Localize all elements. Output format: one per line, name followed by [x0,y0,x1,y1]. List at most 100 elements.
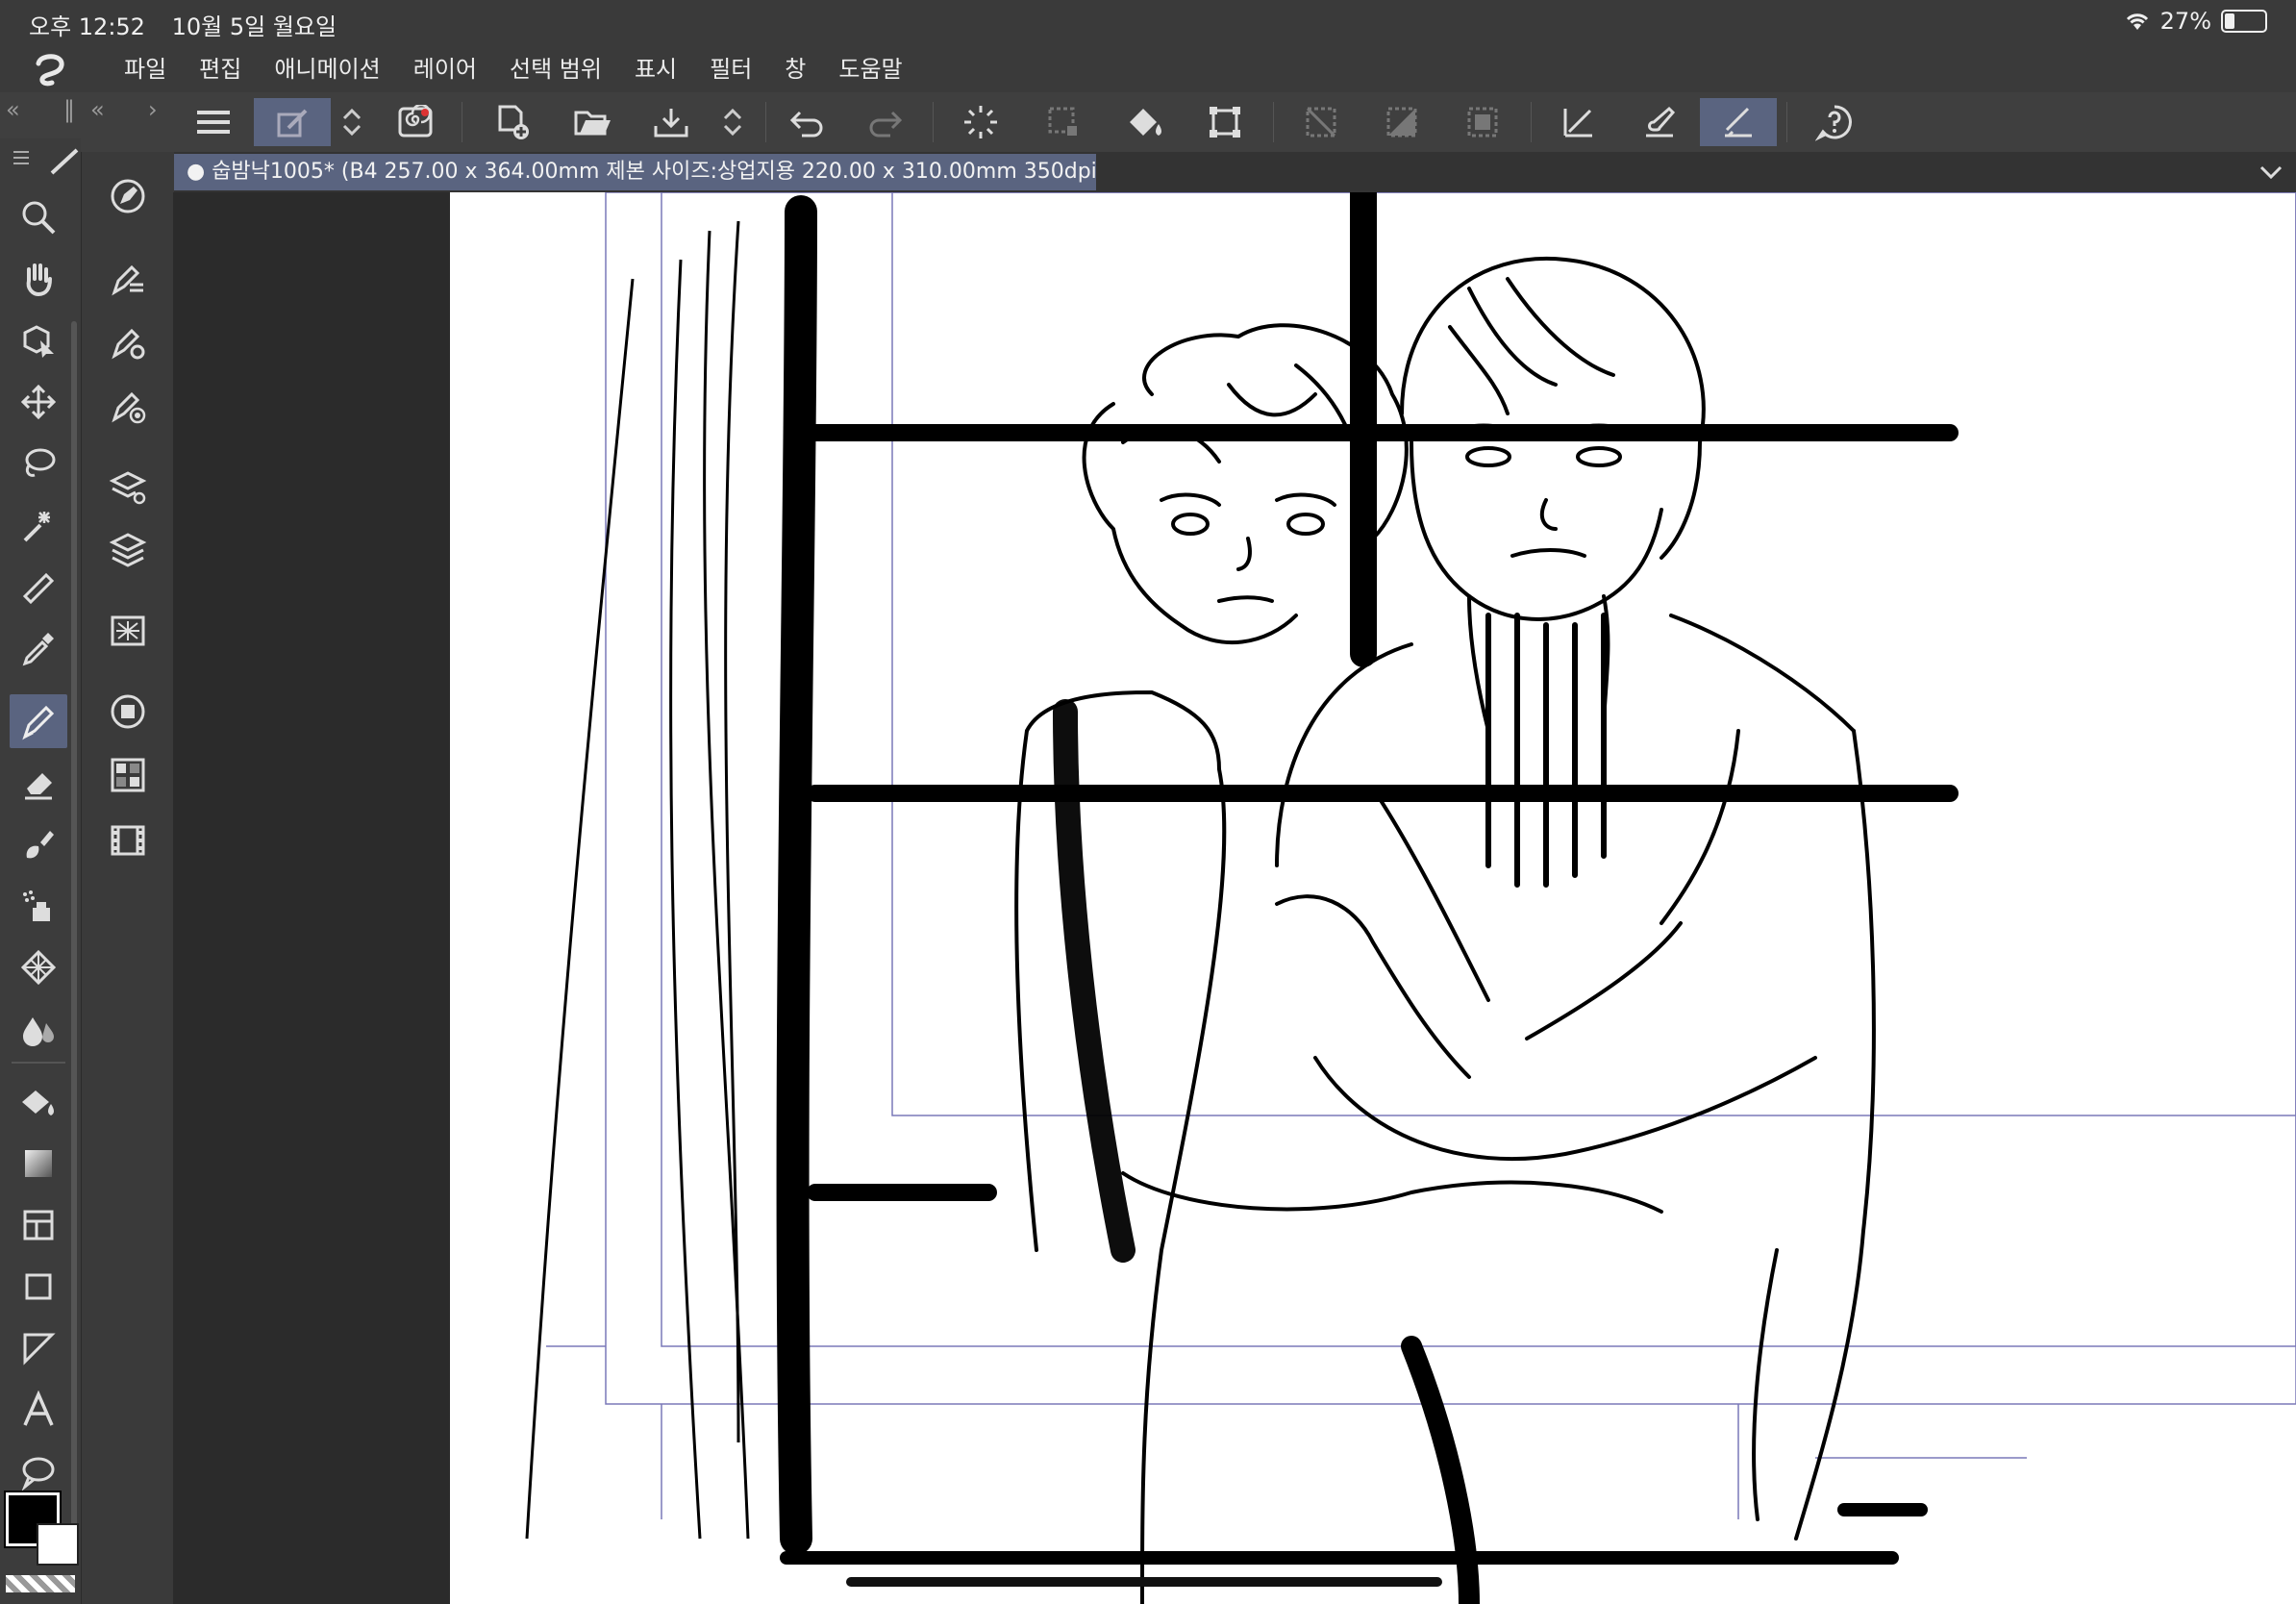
menu-bar: 파일 편집 애니메이션 레이어 선택 범위 표시 필터 창 도움말 [0,46,2296,92]
panel-menu-icon[interactable] [13,148,33,167]
pen-gear-icon[interactable] [101,315,155,369]
text-icon[interactable] [10,1383,67,1437]
menu-item[interactable]: 창 [768,52,822,87]
bucket-icon[interactable] [10,1075,67,1129]
layer-settings-icon[interactable] [101,460,155,514]
status-bar: 오후 12:52 10월 5일 월요일 27% [0,0,2296,46]
tool-scrollbar[interactable] [71,321,77,1533]
crop-icon[interactable] [1186,98,1263,146]
eraser-icon[interactable] [10,756,67,810]
move-icon[interactable] [10,375,67,429]
command-bar: « ‖ « › [0,92,2296,153]
loading-icon[interactable] [942,98,1019,146]
toolbar-separator [1531,102,1532,142]
pencil-tab-icon[interactable] [48,146,81,175]
zoom-icon[interactable] [10,190,67,244]
gradient-icon[interactable] [10,1137,67,1190]
lasso-icon[interactable] [10,437,67,490]
hamburger-icon[interactable] [175,98,252,146]
magic-wand-icon[interactable] [10,498,67,552]
tool-panel [0,138,81,1604]
transform-icon[interactable] [1025,98,1102,146]
fill-icon[interactable] [1106,98,1183,146]
menu-item[interactable]: 레이어 [397,52,493,87]
invert-icon[interactable] [1363,98,1440,146]
battery-fill [2225,13,2234,29]
curtain-lines [525,220,750,1540]
new-file-icon[interactable] [473,98,550,146]
object-icon[interactable] [10,313,67,367]
sub-tool-panel [81,152,174,1604]
color-circle-icon[interactable] [101,685,155,739]
select-frame-icon[interactable] [1444,98,1521,146]
chevron-down-icon[interactable] [2258,158,2284,185]
expand-right-icon[interactable]: › [148,96,158,123]
sketch-illustration [525,192,2296,1604]
brush-settings-icon[interactable] [1621,98,1698,146]
clear-selection-icon[interactable] [1283,98,1360,146]
pen-settings-icon[interactable] [101,252,155,306]
panel-grip-icon[interactable]: ‖ [63,96,75,123]
menu-item[interactable]: 도움말 [822,52,918,87]
tool-divider [12,1062,65,1064]
toolbar-separator [1273,102,1274,142]
collapse-left-icon[interactable]: « [6,96,20,123]
left-figure [1014,323,1663,1604]
blend-icon[interactable] [10,1002,67,1056]
document-tab-bar: ● 숩밤낙1005* (B4 257.00 x 364.00mm 제본 사이즈:… [173,152,2296,192]
decoration-icon[interactable] [10,940,67,994]
pen-icon[interactable] [10,694,67,748]
pen-target-icon[interactable] [101,379,155,433]
hand-icon[interactable] [10,252,67,306]
updown-icon[interactable] [327,98,377,146]
brush-icon[interactable] [10,817,67,871]
status-time-date: 오후 12:52 10월 5일 월요일 [29,8,356,41]
menu-item[interactable]: 필터 [693,52,768,87]
spiral-icon[interactable] [377,98,454,146]
status-date: 10월 5일 월요일 [171,13,337,40]
menu-items: 파일 편집 애니메이션 레이어 선택 범위 표시 필터 창 도움말 [108,52,919,87]
color-set-icon[interactable] [101,748,155,802]
wifi-icon [2124,11,2151,32]
material-icon[interactable] [101,604,155,658]
frame-icon[interactable] [10,1198,67,1252]
status-indicators: 27% [2124,8,2267,35]
menu-item[interactable]: 표시 [618,52,693,87]
sub-color-swatch[interactable] [37,1523,79,1566]
open-file-icon[interactable] [554,98,631,146]
redo-icon[interactable] [846,98,923,146]
document-tab[interactable]: ● 숩밤낙1005* (B4 257.00 x 364.00mm 제본 사이즈:… [173,154,1096,190]
pen-subtool-icon[interactable] [101,169,155,223]
undo-icon[interactable] [769,98,846,146]
battery-icon [2221,10,2267,33]
menu-item[interactable]: 파일 [108,52,183,87]
ruler-snap-icon[interactable] [1700,98,1777,146]
toolbar-separator [1786,102,1787,142]
menu-item[interactable]: 선택 범위 [493,52,618,87]
timeline-icon[interactable] [101,814,155,867]
battery-percent: 27% [2159,8,2211,35]
menu-item[interactable]: 편집 [183,52,258,87]
eyedropper-icon[interactable] [10,621,67,675]
toolbar-separator [765,102,766,142]
app-logo-icon[interactable] [31,52,69,87]
collapse-left-icon-2[interactable]: « [90,96,105,123]
status-time: 오후 12:52 [29,13,145,40]
balloon-icon[interactable] [10,1444,67,1498]
window-frame [776,192,1959,1565]
rectangle-icon[interactable] [10,1260,67,1314]
ruler-icon[interactable] [10,560,67,614]
figure-icon[interactable] [10,1321,67,1375]
layers-icon[interactable] [101,523,155,577]
transparent-color-swatch[interactable] [6,1575,75,1592]
export-icon[interactable] [633,98,710,146]
layer-property-icon[interactable] [254,98,331,146]
menu-item[interactable]: 애니메이션 [258,52,396,87]
airbrush-icon[interactable] [10,879,67,933]
pen-pressure-icon[interactable] [1540,98,1617,146]
help-icon[interactable] [1796,98,1873,146]
home-indicator[interactable] [846,1577,1442,1587]
drawing-canvas[interactable] [450,192,2296,1604]
toolbar-separator [933,102,934,142]
updown-icon-2[interactable] [708,98,758,146]
